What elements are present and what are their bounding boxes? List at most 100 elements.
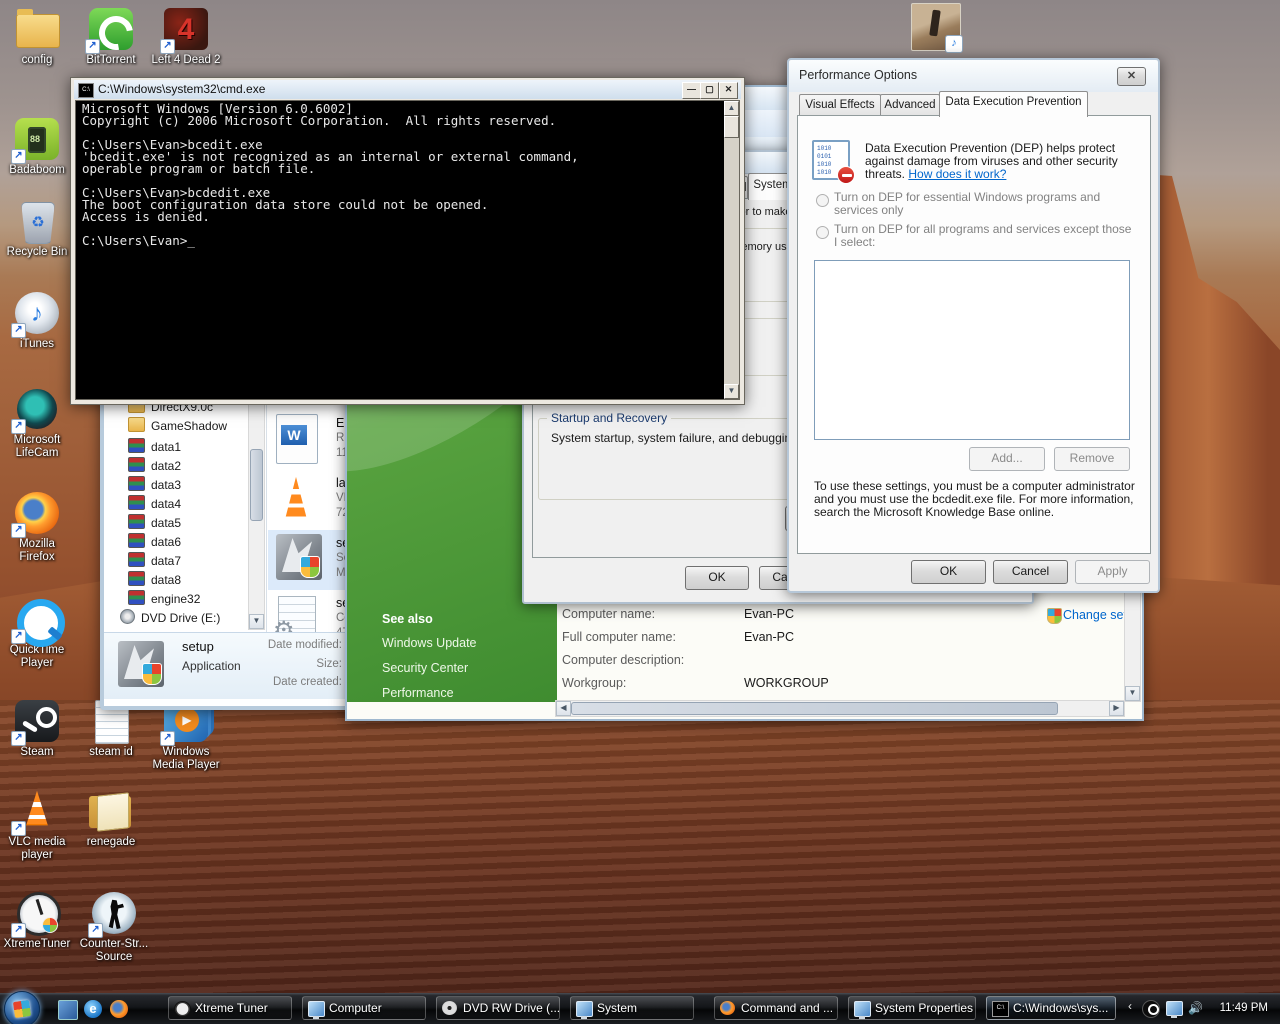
close-button[interactable]: ✕: [719, 82, 738, 99]
change-settings-link[interactable]: Change set: [1063, 608, 1125, 622]
tree-item[interactable]: data5: [128, 514, 181, 532]
remove-button[interactable]: Remove: [1054, 447, 1130, 471]
taskbar-button-xtreme-tuner[interactable]: Xtreme Tuner: [168, 996, 292, 1020]
taskbar-clock[interactable]: 11:49 PM: [1220, 993, 1268, 1024]
vlc-file-icon: [280, 476, 312, 520]
add-button[interactable]: Add...: [969, 447, 1045, 471]
folder-icon: [16, 14, 60, 48]
archive-icon: [128, 438, 145, 453]
start-button[interactable]: [4, 991, 40, 1024]
network-tray-icon[interactable]: [1166, 1001, 1183, 1016]
taskbar-button-system[interactable]: System: [570, 996, 694, 1020]
computer-icon: [308, 1001, 325, 1017]
sidebar-link-windows-update[interactable]: Windows Update: [382, 636, 477, 650]
sidebar-link-security-center[interactable]: Security Center: [382, 661, 468, 675]
tree-item[interactable]: data7: [128, 552, 181, 570]
uac-shield-icon: [1047, 608, 1062, 624]
steam-tray-icon[interactable]: [1142, 1000, 1160, 1018]
desktop-icon-lifecam[interactable]: ↗ Microsoft LifeCam: [0, 386, 74, 460]
desktop-icon-left4dead2[interactable]: 4↗ Left 4 Dead 2: [149, 6, 223, 67]
desktop-icon-config[interactable]: config: [0, 6, 74, 67]
admin-info-text: To use these settings, you must be a com…: [814, 479, 1135, 493]
taskbar-button-system-properties[interactable]: System Properties: [848, 996, 976, 1020]
recycle-bin-icon: ♻: [21, 202, 55, 244]
desktop-icon-renegade[interactable]: renegade: [74, 788, 148, 849]
console-output[interactable]: Microsoft Windows [Version 6.0.6002] Cop…: [75, 100, 740, 400]
details-field-label: Size:: [224, 658, 342, 670]
scroll-right-icon[interactable]: ▶: [1109, 701, 1124, 716]
close-button[interactable]: ✕: [1117, 67, 1146, 86]
tree-item[interactable]: data2: [128, 457, 181, 475]
scroll-down-icon[interactable]: ▼: [1125, 686, 1140, 701]
scroll-left-icon[interactable]: ◀: [556, 701, 571, 716]
show-desktop-icon[interactable]: [58, 1000, 78, 1020]
tab-advanced[interactable]: Advanced: [880, 94, 940, 117]
tree-item[interactable]: data3: [128, 476, 181, 494]
apply-button[interactable]: Apply: [1075, 560, 1150, 584]
desktop-icon-media-file[interactable]: [908, 2, 964, 52]
scrollbar-thumb[interactable]: [724, 116, 739, 138]
desktop-icon-xtremetuner[interactable]: ↗ XtremeTuner: [0, 890, 74, 951]
dep-all-programs-radio[interactable]: [816, 226, 829, 239]
dep-exceptions-listbox[interactable]: [814, 260, 1130, 440]
system-icon: [576, 1001, 593, 1017]
minimize-button[interactable]: —: [682, 82, 701, 99]
console-line: C:\Users\Evan>_: [82, 235, 739, 247]
taskbar-button-computer[interactable]: Computer: [302, 996, 426, 1020]
maximize-button[interactable]: ▢: [700, 82, 719, 99]
shortcut-arrow-icon: ↗: [88, 923, 103, 938]
ok-button[interactable]: OK: [685, 566, 749, 590]
dep-essential-radio[interactable]: [816, 194, 829, 207]
desktop-icon-badaboom[interactable]: ↗ Badaboom: [0, 116, 74, 177]
how-does-it-work-link[interactable]: How does it work?: [908, 167, 1006, 181]
shortcut-arrow-icon: ↗: [160, 39, 175, 54]
tray-expand-icon[interactable]: ‹: [1128, 999, 1132, 1013]
sidebar-link-performance[interactable]: Performance: [382, 686, 454, 700]
tree-item[interactable]: data6: [128, 533, 181, 551]
desktop-icon-recycle-bin[interactable]: ♻ Recycle Bin: [0, 198, 74, 259]
dialog-title-bar[interactable]: Performance Options: [789, 60, 1158, 92]
shortcut-arrow-icon: ↗: [11, 731, 26, 746]
tree-item[interactable]: GameShadow: [128, 417, 227, 435]
computer-name-label: Computer name:: [562, 607, 655, 621]
desktop-icon-bittorrent[interactable]: ↗ BitTorrent: [74, 6, 148, 67]
desktop-icon-quicktime[interactable]: ↗ QuickTime Player: [0, 596, 74, 670]
tab-visual-effects[interactable]: Visual Effects: [799, 94, 881, 117]
dialog-title: Performance Options: [799, 68, 917, 82]
folder-icon: [128, 417, 145, 432]
gauge-icon: [174, 1001, 191, 1017]
desktop-icon-firefox[interactable]: ↗ Mozilla Firefox: [0, 490, 74, 564]
taskbar-button-cmd[interactable]: C:\ C:\Windows\sys...: [986, 996, 1116, 1020]
console-scrollbar[interactable]: ▲ ▼: [724, 101, 739, 399]
desktop-icon-counterstrike[interactable]: ↗ Counter-Str... Source: [74, 890, 154, 964]
tab-data-execution-prevention[interactable]: Data Execution Prevention: [939, 91, 1088, 117]
scrollbar-thumb[interactable]: [250, 449, 263, 521]
system-properties-icon: [854, 1001, 871, 1017]
tree-item[interactable]: data4: [128, 495, 181, 513]
tree-item[interactable]: data1: [128, 438, 181, 456]
desktop-icon-vlc[interactable]: ↗ VLC media player: [0, 788, 74, 862]
firefox-quicklaunch-icon[interactable]: [110, 1000, 128, 1018]
tree-item[interactable]: engine32: [128, 590, 200, 608]
tree-item[interactable]: DVD Drive (E:): [120, 609, 220, 627]
internet-explorer-icon[interactable]: e: [84, 1000, 102, 1018]
taskbar-button-dvd-drive[interactable]: DVD RW Drive (...: [436, 996, 560, 1020]
ok-button[interactable]: OK: [911, 560, 986, 584]
desktop-icon-itunes[interactable]: ♪↗ iTunes: [0, 290, 74, 351]
dep-description: Data Execution Prevention (DEP) helps pr…: [865, 141, 1115, 155]
tree-item[interactable]: data8: [128, 571, 181, 589]
scroll-up-icon[interactable]: ▲: [724, 101, 739, 116]
tree-scrollbar[interactable]: ▼: [248, 398, 265, 630]
taskbar-button-command-and[interactable]: Command and ...: [714, 996, 838, 1020]
desktop-icon-steam[interactable]: ↗ Steam: [0, 698, 74, 759]
cancel-button[interactable]: Cancel: [993, 560, 1068, 584]
cmd-icon: C:\: [992, 1001, 1009, 1017]
horizontal-scrollbar[interactable]: ◀ ▶: [555, 700, 1125, 717]
cmd-title-bar[interactable]: C:\ C:\Windows\system32\cmd.exe — ▢ ✕: [74, 80, 741, 99]
scrollbar-thumb[interactable]: [571, 702, 1058, 715]
scroll-down-icon[interactable]: ▼: [724, 384, 739, 399]
archive-icon: [128, 457, 145, 472]
full-computer-name-value: Evan-PC: [744, 630, 794, 644]
scroll-down-icon[interactable]: ▼: [249, 614, 264, 629]
volume-tray-icon[interactable]: 🔊: [1188, 1001, 1203, 1015]
